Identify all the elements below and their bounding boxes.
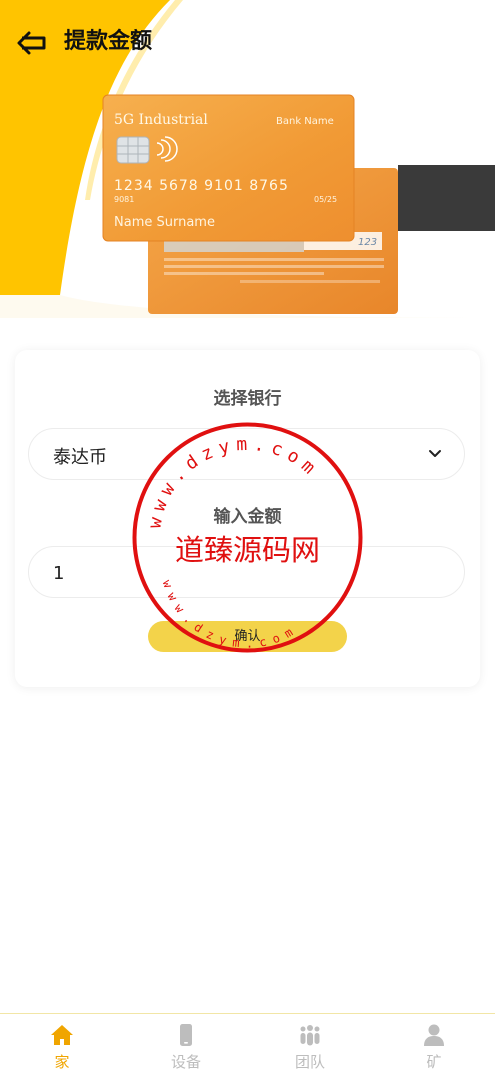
back-button[interactable]: [14, 26, 50, 60]
tab-home-label: 家: [54, 1053, 70, 1071]
card-valid-thru: 05/25: [314, 195, 337, 204]
user-icon: [424, 1024, 444, 1046]
home-icon: [51, 1025, 73, 1045]
amount-field[interactable]: [28, 546, 465, 599]
bank-select-value: 泰达币: [53, 447, 107, 468]
tab-team[interactable]: 团队: [248, 1014, 372, 1076]
tab-team-label: 团队: [294, 1053, 325, 1071]
card-bank-name: Bank Name: [276, 116, 334, 127]
tab-mine-label: 矿: [426, 1053, 442, 1071]
tab-device[interactable]: 设备: [124, 1014, 248, 1076]
bank-select[interactable]: 泰达币: [28, 428, 465, 480]
withdraw-form-panel: 选择银行 泰达币 输入金额 确认: [15, 350, 480, 687]
card-brand: 5G Industrial: [114, 112, 208, 128]
page-title: 提款金额: [64, 29, 153, 54]
team-icon: [300, 1025, 320, 1046]
back-arrow-icon: [17, 31, 46, 55]
tab-home[interactable]: 家: [0, 1014, 124, 1076]
bottom-tab-bar: 家 设备 团队 矿: [0, 1013, 495, 1076]
device-icon: [180, 1024, 192, 1046]
app-header: 提款金额: [0, 0, 495, 84]
card-cvv: 123: [358, 237, 377, 248]
bank-select-label: 选择银行: [213, 389, 282, 409]
card-holder: Name Surname: [114, 215, 215, 230]
amount-label: 输入金额: [213, 507, 282, 527]
chevron-down-icon: [429, 450, 441, 457]
card-small-number: 9081: [114, 195, 134, 204]
card-number: 1234 5678 9101 8765: [114, 178, 289, 194]
confirm-button[interactable]: 确认: [148, 621, 347, 652]
tab-device-label: 设备: [170, 1053, 201, 1071]
hero-banner: 提款金额 123 5G Industrial Bank Name 1234 56…: [0, 0, 495, 330]
amount-input[interactable]: [51, 547, 455, 599]
tab-mine[interactable]: 矿: [372, 1014, 495, 1076]
bank-card-illustration: 123 5G Industrial Bank Name 1234 5678 91…: [102, 94, 398, 314]
